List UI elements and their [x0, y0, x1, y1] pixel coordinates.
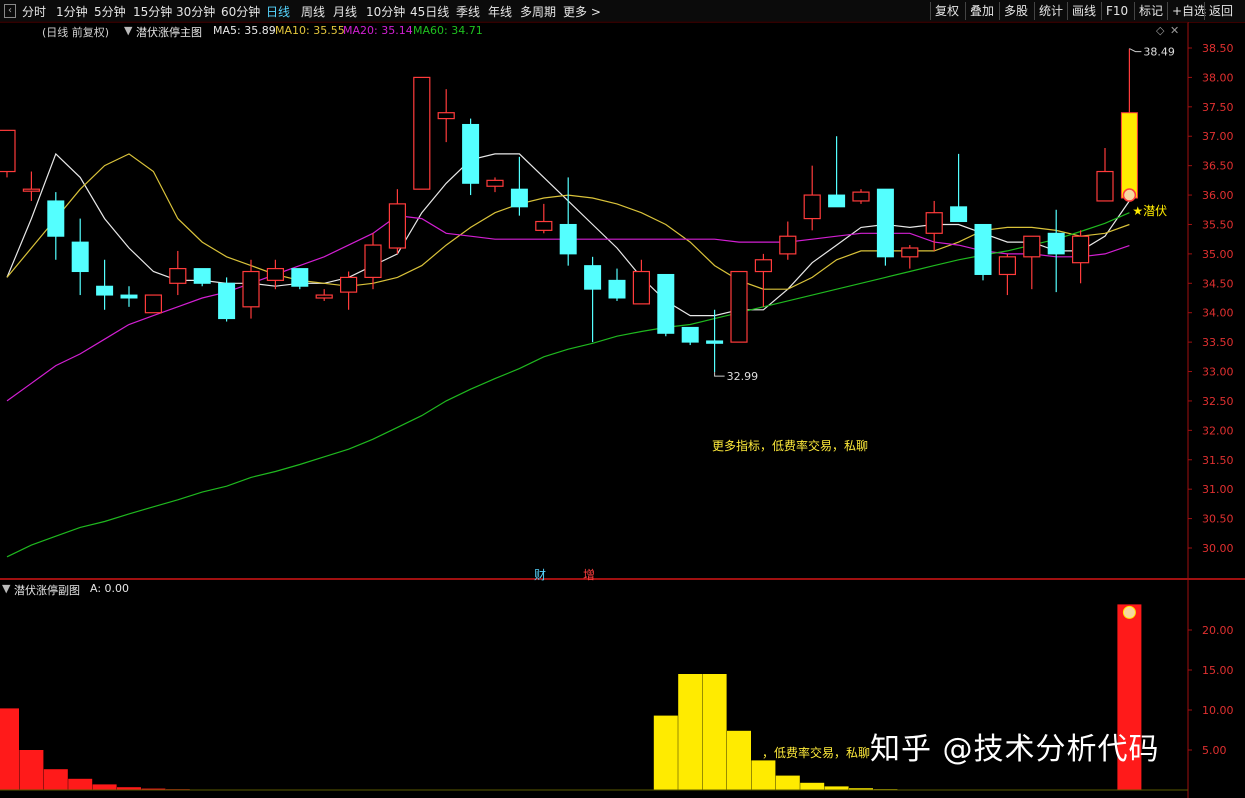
sub-y-tick-label: 15.00 [1202, 664, 1234, 677]
candle-body [828, 194, 846, 208]
low-pointer [714, 372, 725, 377]
candle-body [1023, 235, 1041, 258]
y-tick-label: 34.00 [1202, 307, 1234, 320]
candle-body [486, 179, 504, 187]
candle-body [559, 223, 577, 255]
y-tick-label: 31.00 [1202, 483, 1234, 496]
candle-body [218, 282, 236, 320]
candle-body [47, 200, 65, 237]
candle-body [22, 188, 40, 192]
candle-body [876, 188, 894, 258]
candle-body [291, 268, 309, 287]
candle-body [901, 247, 919, 258]
candle-body [1047, 232, 1065, 255]
candle-body [0, 129, 16, 173]
candle-body [144, 294, 162, 314]
stock-chart[interactable]: 38.50 38.00 37.50 37.00 36.50 36.00 35.50 35.00… [0, 0, 1245, 798]
candle-body [266, 267, 284, 281]
y-tick-label: 33.00 [1202, 366, 1234, 379]
sub-y-tick-label: 5.00 [1202, 744, 1227, 757]
y-tick-label: 30.00 [1202, 542, 1234, 555]
sub-signal-bag-icon [1122, 605, 1136, 619]
candle-body [584, 265, 602, 290]
finance-marker[interactable]: 财 [534, 566, 546, 583]
candle-body [535, 220, 553, 231]
sub-bar [751, 760, 776, 790]
candle-body [462, 123, 480, 184]
sub-y-tick-label: 20.00 [1202, 624, 1234, 637]
y-tick-label: 34.50 [1202, 277, 1234, 290]
sub-bar [775, 775, 800, 790]
candle-body [437, 112, 455, 120]
candle-body [510, 188, 528, 208]
candle-body [608, 279, 626, 299]
signal-bag-icon [1122, 188, 1137, 202]
high-label: 38.49 [1143, 46, 1175, 59]
y-tick-label: 37.50 [1202, 101, 1234, 114]
candle-body [1120, 112, 1138, 199]
candle-body [730, 270, 748, 343]
sub-bar [92, 784, 117, 790]
promo-text: 更多指标，低费率交易，私聊 [712, 439, 869, 453]
sub-bar [727, 730, 751, 790]
candle-body [364, 244, 382, 279]
candle-body [998, 256, 1017, 276]
sub-y-tick-label: 10.00 [1202, 704, 1234, 717]
y-tick-label: 38.00 [1202, 71, 1234, 84]
y-tick-label: 35.50 [1202, 218, 1234, 231]
y-tick-label: 31.50 [1202, 454, 1234, 467]
y-tick-label: 35.00 [1202, 248, 1234, 261]
candle-body [242, 270, 260, 308]
promo-text-sub: ，低费率交易，私聊 [762, 746, 871, 760]
low-label: 32.99 [727, 370, 759, 383]
candle-body [706, 340, 724, 344]
sub-bar [653, 715, 678, 790]
candle-body [950, 206, 968, 223]
y-tick-label: 32.50 [1202, 395, 1234, 408]
candles-group [0, 48, 1138, 373]
y-tick-label: 38.50 [1202, 42, 1234, 55]
candle-body [169, 267, 187, 284]
candle-body [974, 223, 992, 275]
y-tick-label: 37.00 [1202, 130, 1234, 143]
candle-body [120, 294, 138, 299]
sub-bar [19, 750, 44, 790]
high-pointer [1129, 48, 1142, 53]
candle-body [754, 259, 773, 273]
candle-body [632, 270, 651, 305]
candle-body [340, 276, 358, 293]
sub-bar [800, 782, 825, 790]
candle-body [1096, 170, 1114, 202]
candle-body [388, 203, 406, 249]
candle-body [413, 76, 431, 190]
y-tick-label: 30.50 [1202, 513, 1234, 526]
candle-body [657, 273, 675, 334]
y-tick-label: 33.50 [1202, 336, 1234, 349]
signal-label: ★潜伏 [1132, 204, 1167, 218]
candle-body [681, 326, 699, 343]
candle-body [71, 241, 89, 273]
y-tick-label: 36.00 [1202, 189, 1234, 202]
sub-bar [43, 769, 68, 790]
sub-bar [678, 674, 703, 790]
sub-bar [702, 674, 727, 790]
candle-body [779, 235, 797, 255]
candle-body [852, 191, 870, 202]
candle-body [315, 294, 333, 299]
increase-marker[interactable]: 增 [583, 566, 595, 583]
candle-body [1071, 235, 1090, 264]
sub-bar [0, 708, 19, 790]
candle-body [925, 212, 943, 234]
sub-bar [68, 778, 93, 790]
watermark: 知乎 @技术分析代码 [870, 732, 1160, 767]
y-tick-label: 32.00 [1202, 424, 1234, 437]
candle-body [96, 285, 114, 296]
candle-body [803, 194, 821, 220]
candle-body [193, 268, 211, 284]
sub-bar [824, 786, 849, 790]
y-tick-label: 36.50 [1202, 160, 1234, 173]
